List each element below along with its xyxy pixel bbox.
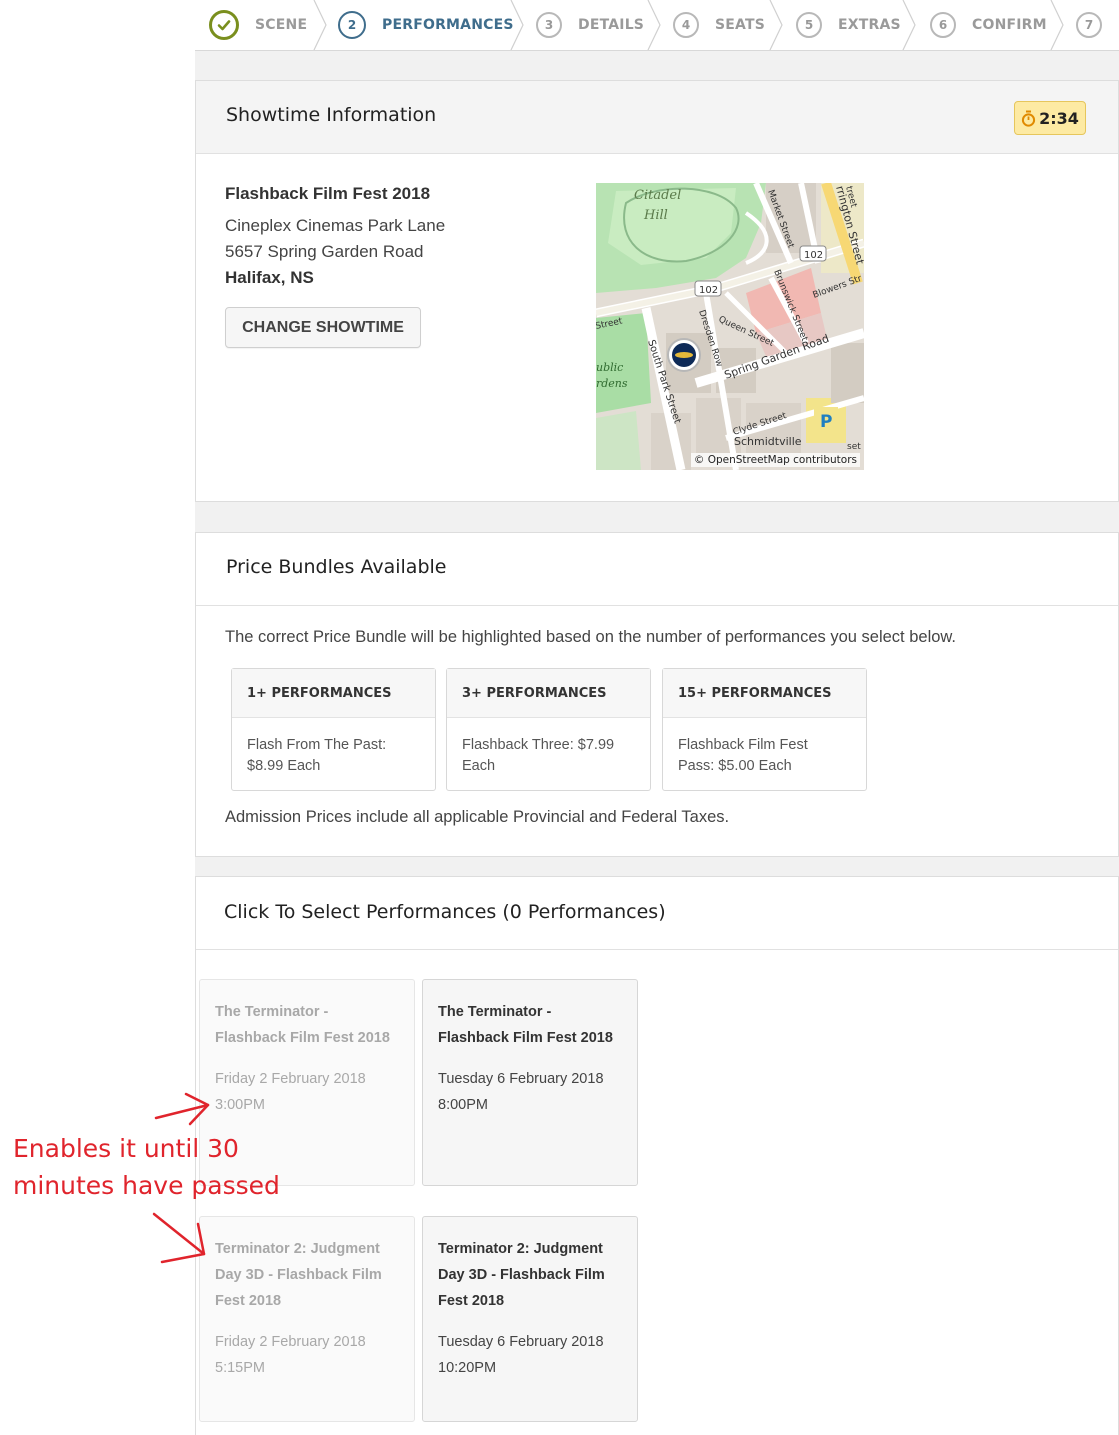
venue-address: 5657 Spring Garden Road xyxy=(225,242,424,261)
map-label: rdens xyxy=(596,377,628,390)
bundle-card: 15+ PERFORMANCES Flashback Film Fest Pas… xyxy=(662,668,867,791)
step-label: PERFORMANCES xyxy=(382,17,514,33)
step-number: 7 xyxy=(1076,12,1102,38)
price-bundles-title: Price Bundles Available xyxy=(226,556,447,578)
performance-title: Day 3D - Flashback Film xyxy=(215,1267,382,1283)
map-label: Hill xyxy=(643,208,668,223)
performance-date: Friday 2 February 2018 xyxy=(215,1071,366,1087)
map-label: set xyxy=(847,442,861,452)
stopwatch-icon xyxy=(1021,110,1036,127)
step-label: SCENE xyxy=(255,17,308,33)
step-number: 2 xyxy=(338,11,366,39)
performance-card[interactable]: Terminator 2: Judgment Day 3D - Flashbac… xyxy=(199,1216,415,1422)
performances-title: Click To Select Performances (0 Performa… xyxy=(224,901,666,923)
map-label: Schmidtville xyxy=(734,435,802,448)
step-divider xyxy=(510,0,524,50)
step-performances[interactable]: 2 PERFORMANCES xyxy=(338,0,514,50)
performance-title: Terminator 2: Judgment xyxy=(215,1241,380,1257)
map-label: 102 xyxy=(804,250,823,261)
map-label: Citadel xyxy=(634,188,681,203)
performance-time: 8:00PM xyxy=(438,1097,488,1113)
performance-time: 3:00PM xyxy=(215,1097,265,1113)
performance-time: 10:20PM xyxy=(438,1360,497,1376)
step-seats[interactable]: 4 SEATS xyxy=(673,0,765,50)
session-timer: 2:34 xyxy=(1014,101,1086,135)
performance-time: 5:15PM xyxy=(215,1360,265,1376)
map-attribution[interactable]: © OpenStreetMap contributors xyxy=(690,453,860,467)
step-number: 4 xyxy=(673,12,699,38)
bundle-price: Each xyxy=(462,758,496,774)
tax-note: Admission Prices include all applicable … xyxy=(225,808,730,826)
step-number: 5 xyxy=(796,12,822,38)
step-label: CONFIRM xyxy=(972,17,1047,33)
step-number: 3 xyxy=(536,12,562,38)
step-label: SEATS xyxy=(715,17,766,33)
annotation-arrow-icon xyxy=(152,1212,206,1264)
performance-date: Tuesday 6 February 2018 xyxy=(438,1334,604,1350)
venue-map[interactable]: Citadel Hill Market Street rrington Stre… xyxy=(596,183,864,470)
bundle-header: 1+ PERFORMANCES xyxy=(232,669,435,718)
performance-title: Fest 2018 xyxy=(438,1293,505,1309)
annotation-line: Enables it until 30 xyxy=(13,1134,239,1163)
annotation-arrow-icon xyxy=(154,1092,210,1126)
venue-city: Halifax, NS xyxy=(225,268,314,287)
bundle-price: Pass: $5.00 Each xyxy=(678,758,792,774)
performance-date: Tuesday 6 February 2018 xyxy=(438,1071,604,1087)
step-extras[interactable]: 5 EXTRAS xyxy=(796,0,901,50)
timer-value: 2:34 xyxy=(1039,108,1079,128)
bundle-card: 3+ PERFORMANCES Flashback Three: $7.99 E… xyxy=(446,668,651,791)
bundle-intro-text: The correct Price Bundle will be highlig… xyxy=(225,628,956,646)
bundle-description: Flash From The Past: xyxy=(247,737,387,753)
performance-title: Day 3D - Flashback Film xyxy=(438,1267,605,1283)
step-divider xyxy=(1050,0,1064,50)
performance-card[interactable]: The Terminator - Flashback Film Fest 201… xyxy=(422,979,638,1186)
step-divider xyxy=(647,0,661,50)
venue-name: Cineplex Cinemas Park Lane xyxy=(225,216,446,235)
performance-title: Fest 2018 xyxy=(215,1293,282,1309)
performance-title: Terminator 2: Judgment xyxy=(438,1241,603,1257)
step-number: 6 xyxy=(930,12,956,38)
step-scene[interactable]: SCENE xyxy=(209,0,307,50)
performance-title: Flashback Film Fest 2018 xyxy=(215,1030,390,1046)
map-label: 102 xyxy=(699,285,718,296)
checkmark-icon xyxy=(209,10,239,40)
change-showtime-button[interactable]: CHANGE SHOWTIME xyxy=(225,307,421,348)
step-label: EXTRAS xyxy=(838,17,901,33)
checkout-stepper: SCENE 2 PERFORMANCES 3 DETAILS 4 SEATS 5… xyxy=(195,0,1119,51)
bundle-description: Flashback Three: $7.99 xyxy=(462,737,615,753)
bundle-header: 3+ PERFORMANCES xyxy=(447,669,650,718)
performance-card[interactable]: Terminator 2: Judgment Day 3D - Flashbac… xyxy=(422,1216,638,1422)
step-confirm[interactable]: 6 CONFIRM xyxy=(930,0,1047,50)
showtime-title: Showtime Information xyxy=(226,104,437,126)
annotation-line: minutes have passed xyxy=(13,1171,280,1200)
bundle-card: 1+ PERFORMANCES Flash From The Past: $8.… xyxy=(231,668,436,791)
step-divider xyxy=(902,0,916,50)
performance-date: Friday 2 February 2018 xyxy=(215,1334,366,1350)
parking-icon: P xyxy=(820,412,832,432)
performance-title: The Terminator - xyxy=(438,1004,552,1020)
performance-title: The Terminator - xyxy=(215,1004,329,1020)
annotation-text: Enables it until 30 minutes have passed xyxy=(13,1130,280,1204)
step-label: DETAILS xyxy=(578,17,645,33)
bundle-header: 15+ PERFORMANCES xyxy=(663,669,866,718)
map-label: ublic xyxy=(596,361,623,374)
step-divider xyxy=(313,0,327,50)
map-image: Citadel Hill Market Street rrington Stre… xyxy=(596,183,864,470)
event-name: Flashback Film Fest 2018 xyxy=(225,184,431,203)
step-7[interactable]: 7 xyxy=(1076,0,1102,50)
bundle-price: $8.99 Each xyxy=(247,758,321,774)
bundle-description: Flashback Film Fest xyxy=(678,737,808,753)
step-details[interactable]: 3 DETAILS xyxy=(536,0,644,50)
step-divider xyxy=(769,0,783,50)
performance-title: Flashback Film Fest 2018 xyxy=(438,1030,613,1046)
